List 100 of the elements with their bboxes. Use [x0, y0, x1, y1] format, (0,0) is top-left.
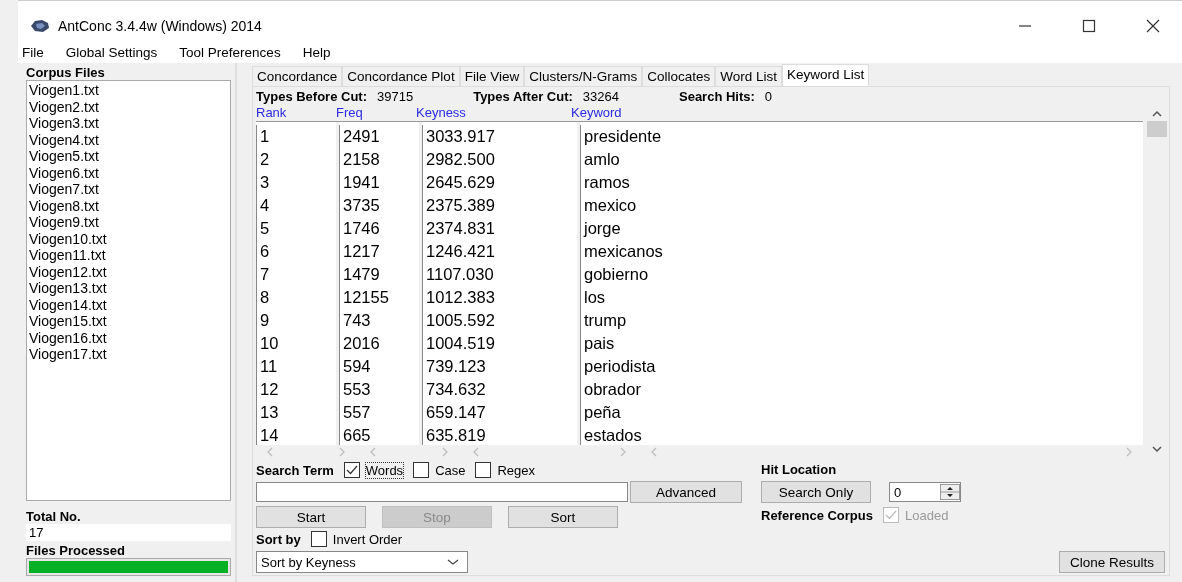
tab[interactable]: File View [459, 66, 525, 86]
table-cell: 1246.421 [422, 240, 577, 263]
scroll-down-icon[interactable] [1151, 445, 1163, 453]
table-cell: mexicanos [580, 240, 1143, 263]
table-cell: 2016 [339, 332, 419, 355]
table-cell: 3735 [339, 194, 419, 217]
table-cell: 1107.030 [422, 263, 577, 286]
table-cell: 2491 [339, 125, 419, 148]
corpus-file-item[interactable]: Viogen7.txt [29, 181, 228, 198]
clone-results-button[interactable]: Clone Results [1058, 551, 1165, 573]
checkbox-label[interactable]: Words [365, 462, 404, 478]
table-cell: 12155 [339, 286, 419, 309]
search-field[interactable] [256, 482, 628, 502]
table-cell: 1941 [339, 171, 419, 194]
checkbox[interactable] [310, 531, 327, 547]
table-cell: pais [580, 332, 1143, 355]
search-only-button[interactable]: Search Only [761, 481, 871, 503]
table-cell: 10 [256, 332, 336, 355]
maximize-icon[interactable] [1082, 19, 1096, 33]
tab[interactable]: Keyword List [782, 64, 870, 86]
corpus-files-label: Corpus Files [26, 65, 106, 80]
table-cell: 553 [339, 378, 419, 401]
table-cell: 557 [339, 401, 419, 424]
table-cell: 1004.519 [422, 332, 577, 355]
menu-item[interactable]: Tool Preferences [179, 44, 281, 60]
table-cell: obrador [580, 378, 1143, 401]
table-cell: 1005.592 [422, 309, 577, 332]
sort-dropdown[interactable]: Sort by Keyness [256, 551, 468, 573]
checkbox-label[interactable]: Invert Order [332, 531, 403, 547]
table-cell: 7 [256, 263, 336, 286]
checkbox-label[interactable]: Case [435, 462, 466, 478]
checkbox-label[interactable]: Regex [497, 462, 536, 478]
table-cell: 659.147 [422, 401, 577, 424]
table-cell: 12 [256, 378, 336, 401]
stat-label: Types After Cut: [473, 88, 573, 104]
scroll-thumb[interactable] [1147, 121, 1167, 137]
tab[interactable]: Word List [715, 66, 782, 86]
dropdown-caret-icon [447, 558, 459, 566]
table-cell: 5 [256, 217, 336, 240]
column-header[interactable]: Keyword [571, 105, 1143, 120]
corpus-file-item[interactable]: Viogen6.txt [29, 164, 228, 181]
corpus-file-item[interactable]: Viogen16.txt [29, 329, 228, 346]
menu-item[interactable]: Global Settings [65, 44, 158, 60]
table-cell: 743 [339, 309, 419, 332]
corpus-file-item[interactable]: Viogen5.txt [29, 148, 228, 165]
table-cell: peña [580, 401, 1143, 424]
table-cell: 6 [256, 240, 336, 263]
spinner-arrows-icon[interactable] [940, 484, 960, 500]
table-cell: 1 [256, 125, 336, 148]
stat-label: Search Hits: [679, 88, 755, 104]
checkbox[interactable] [475, 462, 492, 478]
corpus-file-item[interactable]: Viogen3.txt [29, 115, 228, 132]
action-button[interactable]: Start [256, 506, 366, 528]
table-cell: presidente [580, 125, 1143, 148]
corpus-file-item[interactable]: Viogen11.txt [29, 247, 228, 264]
table-cell: 3033.917 [422, 125, 577, 148]
tab[interactable]: Clusters/N-Grams [524, 66, 643, 86]
table-cell: estados [580, 424, 1143, 445]
scroll-up-icon[interactable] [1151, 110, 1163, 118]
table-cell: 2982.500 [422, 148, 577, 171]
menu-item[interactable]: Help [302, 44, 331, 60]
stat-value: 39715 [377, 88, 414, 104]
search-term-label: Search Term [256, 462, 334, 478]
table-cell: 2645.629 [422, 171, 577, 194]
corpus-file-item[interactable]: Viogen14.txt [29, 296, 228, 313]
corpus-file-item[interactable]: Viogen4.txt [29, 131, 228, 148]
column-header[interactable]: Freq [336, 105, 416, 120]
corpus-file-item[interactable]: Viogen12.txt [29, 263, 228, 280]
corpus-file-item[interactable]: Viogen17.txt [29, 346, 228, 363]
tab[interactable]: Concordance Plot [342, 66, 460, 86]
corpus-file-item[interactable]: Viogen13.txt [29, 280, 228, 297]
tab[interactable]: Collocates [642, 66, 716, 86]
checkbox[interactable] [413, 462, 430, 478]
close-icon[interactable] [1146, 19, 1160, 33]
hit-location-label: Hit Location [761, 462, 838, 477]
table-cell: mexico [580, 194, 1143, 217]
table-cell: 635.819 [422, 424, 577, 445]
column-header[interactable]: Rank [256, 105, 336, 120]
table-cell: jorge [580, 217, 1143, 240]
corpus-file-item[interactable]: Viogen10.txt [29, 230, 228, 247]
total-field: 17 [26, 524, 231, 542]
table-cell: 2158 [339, 148, 419, 171]
corpus-file-item[interactable]: Viogen15.txt [29, 313, 228, 330]
table-cell: 1217 [339, 240, 419, 263]
files-processed-label: Files Processed [26, 543, 126, 559]
spinner-field[interactable]: 0 [889, 482, 961, 502]
corpus-file-item[interactable]: Viogen2.txt [29, 98, 228, 115]
tab[interactable]: Concordance [252, 66, 343, 86]
corpus-file-item[interactable]: Viogen8.txt [29, 197, 228, 214]
menu-item[interactable]: File [22, 44, 44, 60]
table-cell: 3 [256, 171, 336, 194]
column-header[interactable]: Keyness [416, 105, 571, 120]
checkbox[interactable] [343, 462, 360, 478]
action-button[interactable]: Sort [508, 506, 618, 528]
advanced-button[interactable]: Advanced [630, 481, 742, 503]
corpus-file-item[interactable]: Viogen1.txt [29, 82, 228, 99]
table-cell: ramos [580, 171, 1143, 194]
sort-by-label: Sort by [256, 531, 301, 547]
stat-value: 33264 [582, 88, 619, 104]
corpus-file-item[interactable]: Viogen9.txt [29, 214, 228, 231]
